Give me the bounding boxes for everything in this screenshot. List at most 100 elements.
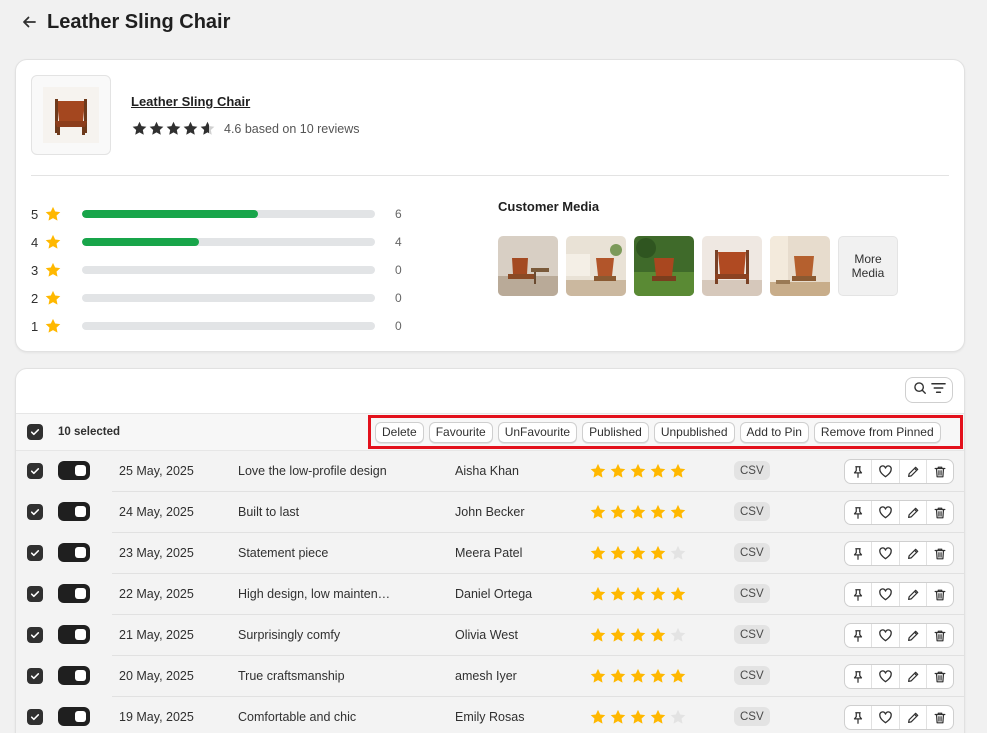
star-half-icon — [199, 120, 216, 137]
publish-toggle[interactable] — [58, 461, 90, 480]
distribution-bar — [82, 238, 375, 246]
source-badge: CSV — [734, 625, 770, 644]
pin-icon[interactable] — [845, 460, 873, 483]
trash-icon[interactable] — [927, 583, 953, 606]
heart-icon[interactable] — [872, 501, 900, 524]
publish-toggle[interactable] — [58, 502, 90, 521]
heart-icon[interactable] — [872, 542, 900, 565]
review-title[interactable]: High design, low maintenance — [238, 587, 393, 601]
review-date: 22 May, 2025 — [119, 587, 194, 601]
star-filled-icon — [148, 120, 165, 137]
row-checkbox[interactable] — [27, 668, 43, 684]
pin-icon[interactable] — [845, 542, 873, 565]
delete-button[interactable]: Delete — [375, 421, 424, 443]
review-title[interactable]: True craftsmanship — [238, 669, 393, 683]
star-filled-icon — [649, 503, 667, 521]
heart-icon[interactable] — [872, 665, 900, 688]
edit-icon[interactable] — [900, 706, 927, 729]
review-title[interactable]: Comfortable and chic — [238, 710, 393, 724]
heart-icon[interactable] — [872, 460, 900, 483]
pin-icon[interactable] — [845, 706, 873, 729]
star-filled-icon — [649, 462, 667, 480]
edit-icon[interactable] — [900, 542, 927, 565]
pin-icon[interactable] — [845, 583, 873, 606]
review-author: Olivia West — [455, 628, 518, 642]
edit-icon[interactable] — [900, 624, 927, 647]
publish-toggle[interactable] — [58, 666, 90, 685]
favourite-button[interactable]: Favourite — [428, 421, 493, 443]
trash-icon[interactable] — [927, 624, 953, 647]
publish-toggle[interactable] — [58, 584, 90, 603]
star-filled-icon — [629, 462, 647, 480]
review-title[interactable]: Surprisingly comfy — [238, 628, 393, 642]
pin-icon[interactable] — [845, 501, 873, 524]
unfavourite-button[interactable]: UnFavourite — [497, 421, 578, 443]
table-row[interactable]: 25 May, 2025 Love the low-profile design… — [16, 451, 964, 492]
heart-icon[interactable] — [872, 706, 900, 729]
review-title[interactable]: Love the low-profile design — [238, 464, 393, 478]
edit-icon[interactable] — [900, 665, 927, 688]
product-name-link[interactable]: Leather Sling Chair — [131, 94, 250, 109]
trash-icon[interactable] — [927, 665, 953, 688]
table-row[interactable]: 20 May, 2025 True craftsmanship amesh Iy… — [16, 656, 964, 697]
heart-icon[interactable] — [872, 624, 900, 647]
media-thumbnail[interactable] — [770, 236, 830, 296]
star-filled-icon — [589, 585, 607, 603]
star-icon — [44, 233, 62, 251]
star-filled-icon — [649, 667, 667, 685]
source-badge: CSV — [734, 584, 770, 603]
star-icon — [44, 261, 62, 279]
row-checkbox[interactable] — [27, 463, 43, 479]
trash-icon[interactable] — [927, 706, 953, 729]
published-button[interactable]: Published — [582, 421, 649, 443]
heart-icon[interactable] — [872, 583, 900, 606]
distribution-bar — [82, 322, 375, 330]
trash-icon[interactable] — [927, 542, 953, 565]
toggle-knob — [75, 588, 86, 599]
star-icon — [44, 289, 62, 307]
table-row[interactable]: 21 May, 2025 Surprisingly comfy Olivia W… — [16, 615, 964, 656]
add-to-pin-button[interactable]: Add to Pin — [739, 421, 809, 443]
table-row[interactable]: 22 May, 2025 High design, low maintenanc… — [16, 574, 964, 615]
publish-toggle[interactable] — [58, 543, 90, 562]
edit-icon[interactable] — [900, 501, 927, 524]
publish-toggle[interactable] — [58, 625, 90, 644]
edit-icon[interactable] — [900, 460, 927, 483]
star-filled-icon — [589, 503, 607, 521]
trash-icon[interactable] — [927, 460, 953, 483]
review-title[interactable]: Built to last — [238, 505, 393, 519]
table-row[interactable]: 23 May, 2025 Statement piece Meera Patel… — [16, 533, 964, 574]
media-thumbnail[interactable] — [566, 236, 626, 296]
review-author: Daniel Ortega — [455, 587, 533, 601]
media-thumbnail[interactable] — [498, 236, 558, 296]
distribution-row: 1 0 — [31, 312, 431, 340]
pin-icon[interactable] — [845, 624, 873, 647]
row-checkbox[interactable] — [27, 504, 43, 520]
remove-from-pinned-button[interactable]: Remove from Pinned — [813, 421, 941, 443]
customer-media-gallery: More Media — [498, 236, 898, 296]
table-row[interactable]: 19 May, 2025 Comfortable and chic Emily … — [16, 697, 964, 733]
select-all-checkbox[interactable] — [27, 424, 43, 440]
row-checkbox[interactable] — [27, 627, 43, 643]
more-media-button[interactable]: More Media — [838, 236, 898, 296]
media-thumbnail[interactable] — [702, 236, 762, 296]
row-checkbox[interactable] — [27, 545, 43, 561]
table-row[interactable]: 24 May, 2025 Built to last John Becker C… — [16, 492, 964, 533]
row-checkbox[interactable] — [27, 709, 43, 725]
trash-icon[interactable] — [927, 501, 953, 524]
row-actions — [844, 623, 954, 648]
row-checkbox[interactable] — [27, 586, 43, 602]
back-arrow-icon[interactable] — [20, 13, 38, 31]
pin-icon[interactable] — [845, 665, 873, 688]
star-filled-icon — [649, 544, 667, 562]
edit-icon[interactable] — [900, 583, 927, 606]
media-thumbnail[interactable] — [634, 236, 694, 296]
publish-toggle[interactable] — [58, 707, 90, 726]
star-filled-icon — [182, 120, 199, 137]
star-icon — [44, 317, 62, 335]
review-title[interactable]: Statement piece — [238, 546, 393, 560]
star-empty-icon — [669, 544, 687, 562]
toggle-knob — [75, 547, 86, 558]
search-filter-button[interactable] — [905, 377, 953, 403]
unpublished-button[interactable]: Unpublished — [653, 421, 735, 443]
